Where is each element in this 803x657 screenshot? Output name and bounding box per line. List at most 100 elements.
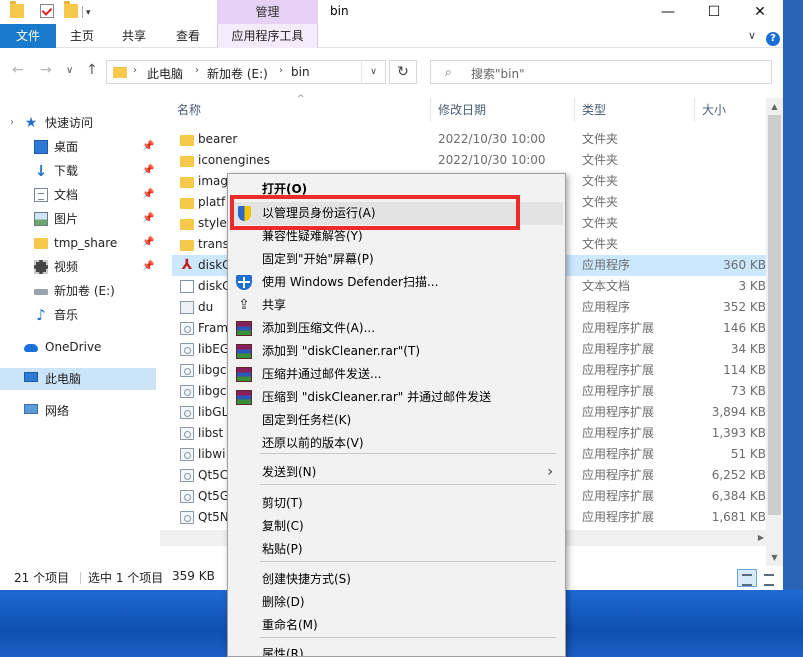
context-menu-item[interactable]: ⇪ 共享 xyxy=(230,294,563,317)
tab-application-tools[interactable]: 应用程序工具 xyxy=(217,24,318,48)
tab-view[interactable]: 查看 xyxy=(162,24,214,48)
folder-icon xyxy=(180,198,194,209)
scroll-thumb[interactable] xyxy=(768,115,781,515)
large-icons-view-button[interactable] xyxy=(759,569,779,587)
pin-icon: 📌 xyxy=(142,165,155,176)
column-header-date[interactable]: 修改日期 xyxy=(438,98,486,122)
address-dropdown-icon[interactable]: ∨ xyxy=(361,61,385,83)
executable-icon xyxy=(180,301,194,314)
back-button[interactable]: ← xyxy=(12,62,24,78)
vertical-scrollbar[interactable]: ▲ ▼ xyxy=(766,98,783,566)
maximize-button[interactable]: ☐ xyxy=(691,0,737,24)
status-selected: 选中 1 个项目 xyxy=(88,571,164,585)
dll-file-icon xyxy=(180,469,194,482)
context-menu-item[interactable]: 添加到压缩文件(A)... xyxy=(230,317,563,340)
tab-home[interactable]: 主页 xyxy=(58,24,106,48)
context-menu-item[interactable]: 粘贴(P) xyxy=(230,538,563,561)
tab-file[interactable]: 文件 xyxy=(0,24,56,48)
context-menu-item[interactable]: 剪切(T) xyxy=(230,492,563,515)
file-name: Qt5C xyxy=(198,468,229,482)
column-header-size[interactable]: 大小 xyxy=(702,98,726,122)
computer-icon xyxy=(24,372,38,382)
context-menu-item[interactable]: 复制(C) xyxy=(230,515,563,538)
help-icon[interactable]: ? xyxy=(766,32,780,46)
context-menu-item[interactable]: 固定到"开始"屏幕(P) xyxy=(230,248,563,271)
video-icon xyxy=(34,260,48,274)
file-size: 6,252 KB xyxy=(711,468,766,482)
sidebar-item-pictures[interactable]: 图片 📌 xyxy=(0,208,156,230)
context-menu-item[interactable]: 发送到(N) › xyxy=(230,461,563,484)
column-divider[interactable] xyxy=(574,98,575,122)
properties-icon[interactable] xyxy=(40,4,54,18)
folder-icon[interactable] xyxy=(10,1,24,18)
sidebar-item-documents[interactable]: 文档 📌 xyxy=(0,184,156,206)
column-header-name[interactable]: 名称 xyxy=(177,98,201,122)
minimize-button[interactable]: — xyxy=(645,0,691,24)
context-menu-item[interactable]: 删除(D) xyxy=(230,591,563,614)
context-menu-item[interactable]: 还原以前的版本(V) xyxy=(230,432,563,455)
forward-button[interactable]: → xyxy=(40,62,52,78)
breadcrumb-bin[interactable]: bin xyxy=(291,65,310,79)
sidebar-item-label: 桌面 xyxy=(54,140,79,154)
sidebar-item-this-pc[interactable]: 此电脑 xyxy=(0,368,156,390)
sidebar-item-label: 下载 xyxy=(54,164,79,178)
sidebar-item-music[interactable]: ♪ 音乐 xyxy=(0,304,156,326)
tab-share[interactable]: 共享 xyxy=(110,24,158,48)
sidebar-item-quick-access[interactable]: › ★ 快速访问 xyxy=(0,112,156,134)
sidebar-item-desktop[interactable]: 桌面 📌 xyxy=(0,136,156,158)
file-type: 应用程序扩展 xyxy=(582,510,655,524)
breadcrumb-drive-e[interactable]: 新加卷 (E:) xyxy=(207,65,268,82)
new-folder-icon[interactable] xyxy=(64,1,78,18)
sidebar-item-tmp-share[interactable]: tmp_share 📌 xyxy=(0,232,156,254)
file-row[interactable]: bearer 2022/10/30 10:00 文件夹 xyxy=(172,129,766,150)
scroll-down-icon[interactable]: ▼ xyxy=(766,549,783,566)
search-placeholder: 搜索"bin" xyxy=(471,67,525,81)
up-button[interactable]: ↑ xyxy=(86,62,98,78)
context-menu-item[interactable]: 使用 Windows Defender扫描... xyxy=(230,271,563,294)
context-menu-item[interactable]: 创建快捷方式(S) xyxy=(230,568,563,591)
sidebar-item-network[interactable]: 网络 xyxy=(0,400,156,422)
close-button[interactable]: ✕ xyxy=(737,0,783,24)
sidebar-item-drive-e[interactable]: 新加卷 (E:) xyxy=(0,280,156,302)
context-menu-item[interactable]: 属性(R) xyxy=(230,643,563,656)
file-name: libgc xyxy=(198,363,227,377)
refresh-button[interactable]: ↻ xyxy=(389,60,417,84)
file-type: 应用程序扩展 xyxy=(582,363,655,377)
sidebar-item-videos[interactable]: 视频 📌 xyxy=(0,256,156,278)
breadcrumb-separator[interactable]: › xyxy=(195,65,199,76)
document-icon xyxy=(34,188,48,202)
details-view-button[interactable] xyxy=(737,569,757,587)
dll-file-icon xyxy=(180,364,194,377)
quick-access-dropdown-icon[interactable]: ▾ xyxy=(86,8,91,18)
context-menu-item[interactable]: 压缩并通过邮件发送... xyxy=(230,363,563,386)
dll-file-icon xyxy=(180,343,194,356)
scroll-right-icon[interactable]: ▶ xyxy=(758,530,764,546)
scroll-up-icon[interactable]: ▲ xyxy=(766,98,783,115)
breadcrumb-separator[interactable]: › xyxy=(279,65,283,76)
context-menu-item[interactable]: 添加到 "diskCleaner.rar"(T) xyxy=(230,340,563,363)
expand-icon[interactable]: › xyxy=(10,112,14,134)
sidebar-item-downloads[interactable]: ↓ 下载 📌 xyxy=(0,160,156,182)
file-row[interactable]: iconengines 2022/10/30 10:00 文件夹 xyxy=(172,150,766,171)
context-menu-item[interactable]: 重命名(M) xyxy=(230,614,563,637)
context-menu-item[interactable]: 固定到任务栏(K) xyxy=(230,409,563,432)
sidebar-item-label: OneDrive xyxy=(45,340,102,354)
ribbon-collapse-icon[interactable]: ∨ xyxy=(748,29,756,42)
pin-icon: 📌 xyxy=(142,213,155,224)
menu-item-label: 共享 xyxy=(262,298,287,312)
address-bar[interactable]: › 此电脑 › 新加卷 (E:) › bin ∨ xyxy=(106,60,386,84)
manage-context-tab[interactable]: 管理 xyxy=(217,0,318,24)
column-divider[interactable] xyxy=(694,98,695,122)
search-input[interactable]: ⌕ 搜索"bin" xyxy=(430,60,772,84)
file-name: libGL xyxy=(198,405,229,419)
column-divider[interactable] xyxy=(430,98,431,122)
menu-item-label: 创建快捷方式(S) xyxy=(262,572,351,586)
file-type: 应用程序扩展 xyxy=(582,447,655,461)
column-header-type[interactable]: 类型 xyxy=(582,98,606,122)
breadcrumb-separator[interactable]: › xyxy=(133,65,137,76)
file-size: 360 KB xyxy=(723,258,766,272)
recent-locations-button[interactable]: ∨ xyxy=(66,65,73,76)
context-menu-item[interactable]: 压缩到 "diskCleaner.rar" 并通过邮件发送 xyxy=(230,386,563,409)
breadcrumb-this-pc[interactable]: 此电脑 xyxy=(147,65,183,82)
sidebar-item-onedrive[interactable]: OneDrive xyxy=(0,336,156,358)
